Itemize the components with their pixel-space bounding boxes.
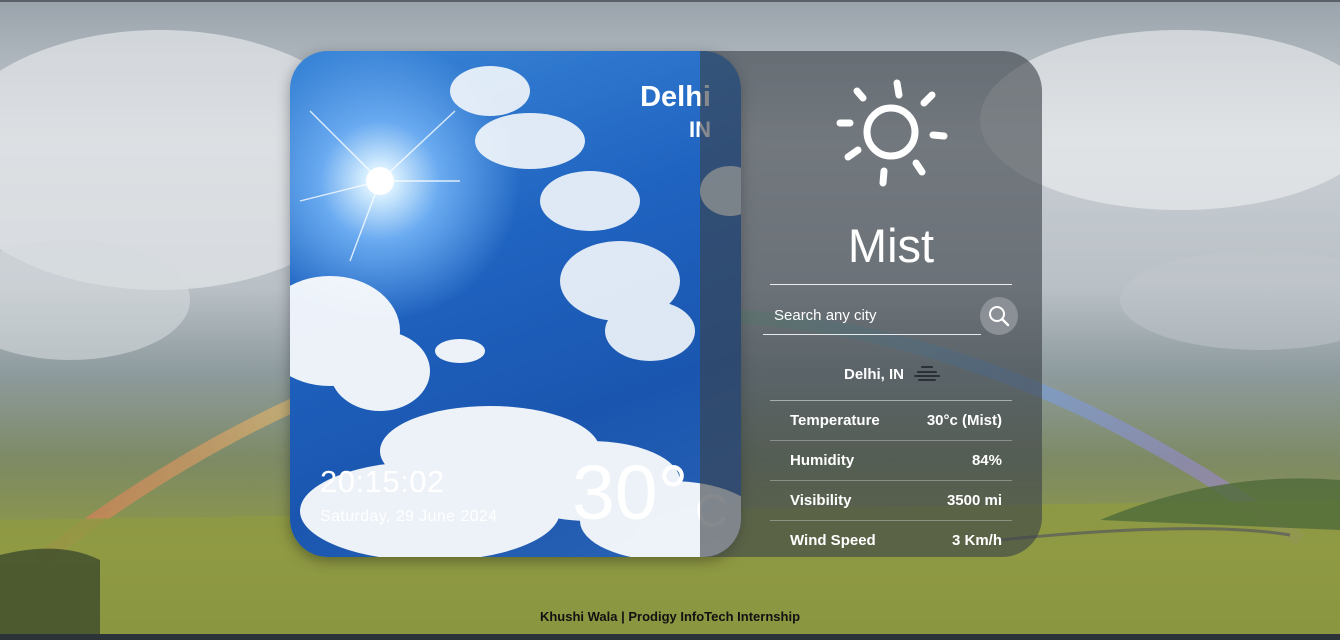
detail-label: Wind Speed [790, 532, 876, 549]
detail-label: Humidity [790, 452, 855, 469]
current-date: Saturday, 29 June 2024 [320, 508, 498, 525]
bottom-border [0, 634, 1340, 640]
detail-row-temperature: Temperature 30°c (Mist) [770, 400, 1012, 440]
mist-icon [914, 366, 941, 381]
detail-label: Temperature [790, 412, 880, 429]
current-time: 20:15:02 [320, 464, 445, 499]
search-button[interactable] [980, 297, 1018, 335]
divider [770, 284, 1012, 285]
detail-value: 3500 mi [946, 492, 1002, 509]
footer-credit: Khushi Wala | Prodigy InfoTech Internshi… [539, 609, 801, 624]
temperature-value: 30° [572, 450, 689, 536]
sun-icon [836, 79, 948, 187]
details-location: Delhi, IN [844, 364, 941, 384]
detail-row-humidity: Humidity 84% [770, 440, 1012, 480]
detail-value: 3 Km/h [951, 532, 1002, 549]
detail-row-wind-speed: Wind Speed 3 Km/h [770, 520, 1012, 560]
detail-value: 30°c (Mist) [926, 412, 1002, 429]
detail-value: 84% [971, 452, 1002, 469]
current-weather-card: Delhi IN 20:15:02 Saturday, 29 June 2024… [290, 51, 741, 557]
detail-row-visibility: Visibility 3500 mi [770, 480, 1012, 520]
weather-condition: Mist [847, 219, 935, 272]
search-input[interactable] [763, 297, 981, 335]
details-location-label: Delhi, IN [844, 365, 905, 383]
weather-details-table: Temperature 30°c (Mist) Humidity 84% Vis… [770, 400, 1012, 560]
detail-label: Visibility [790, 492, 852, 509]
search-icon [989, 306, 1010, 327]
